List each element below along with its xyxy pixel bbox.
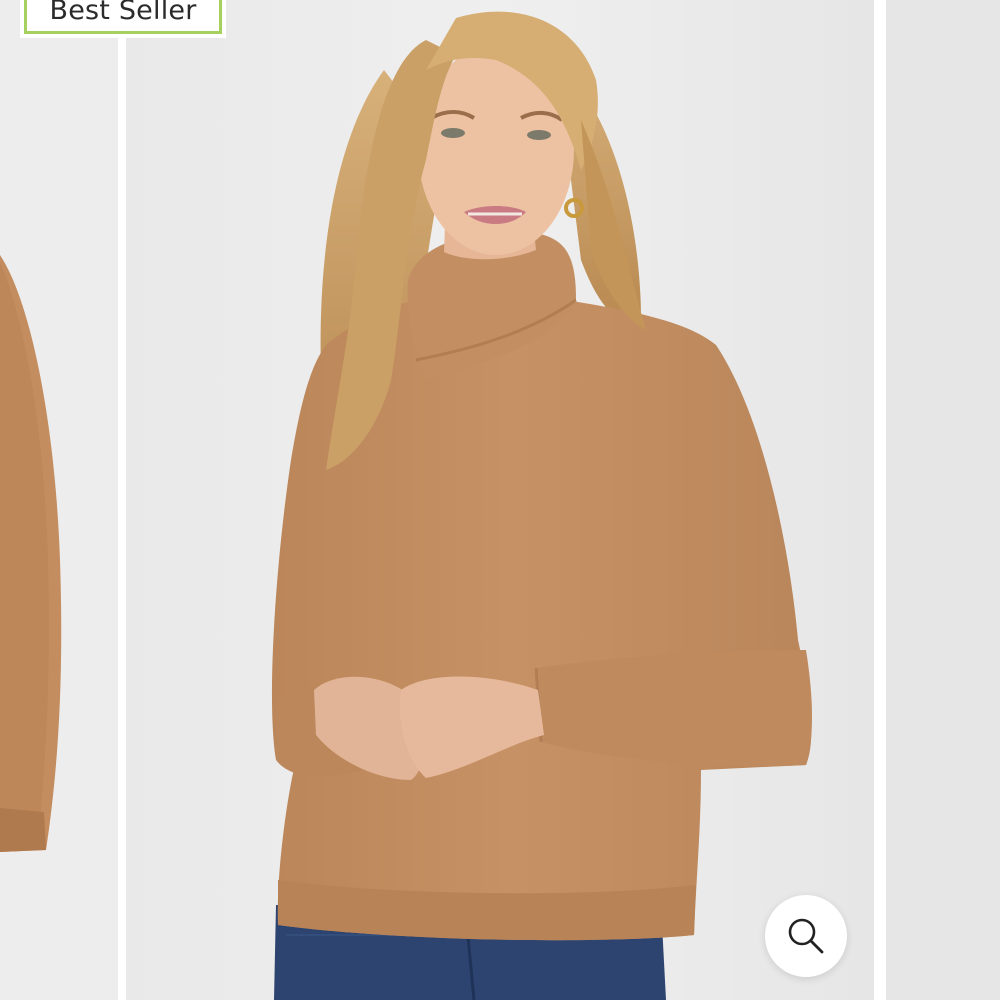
model-photo xyxy=(126,0,874,1000)
gallery-slide-next[interactable] xyxy=(886,0,1000,1000)
best-seller-badge-label: Best Seller xyxy=(49,0,197,26)
magnifier-icon xyxy=(788,918,824,954)
sweater-flat-lay-image xyxy=(0,0,118,1000)
zoom-button[interactable] xyxy=(765,895,847,977)
best-seller-badge: Best Seller xyxy=(24,0,222,34)
product-image-carousel[interactable] xyxy=(0,0,1000,1000)
gallery-slide-current[interactable] xyxy=(126,0,874,1000)
sweater-alternate-view-image xyxy=(886,0,1000,1000)
gallery-slide-previous[interactable] xyxy=(0,0,118,1000)
